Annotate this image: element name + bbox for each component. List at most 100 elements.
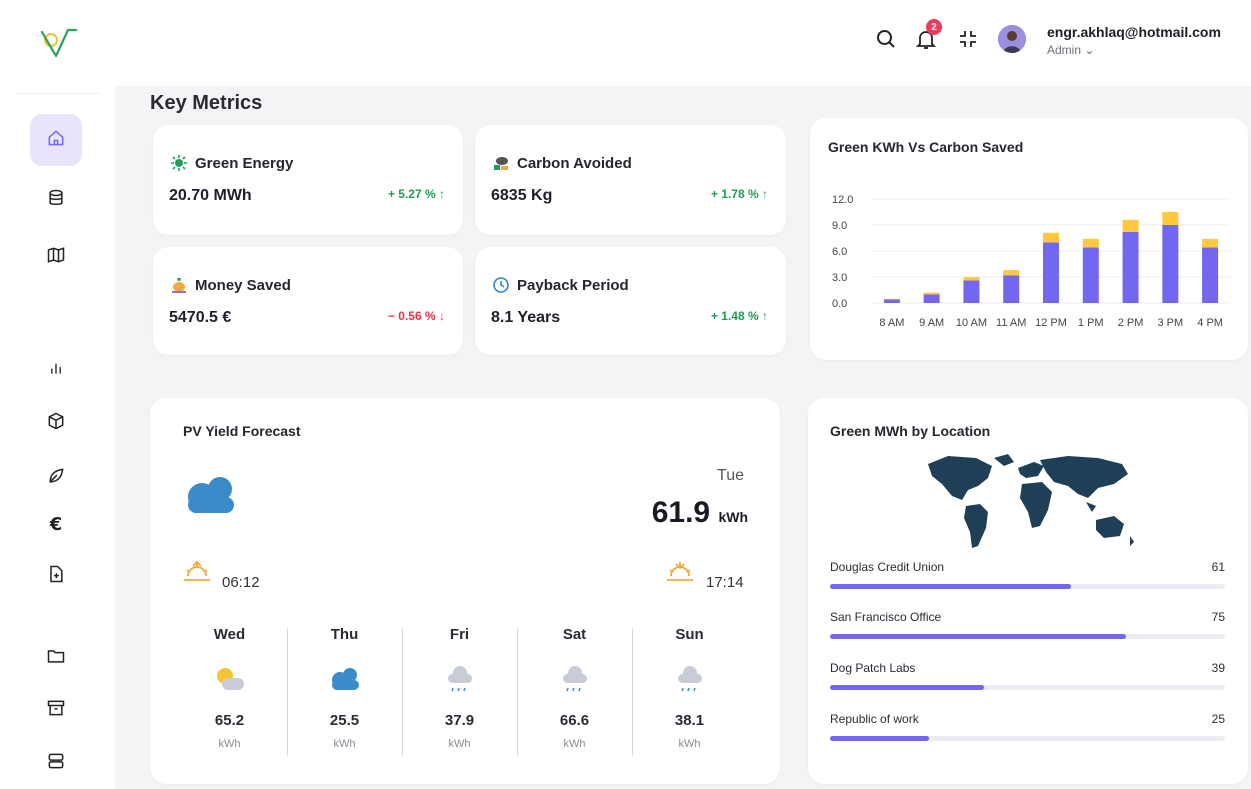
day-unit: kWh [563,738,586,750]
forecast-day-wed: Wed 65.2 kWh [172,626,287,756]
database-icon [46,188,66,213]
sidebar-item-sustainability[interactable] [30,452,82,504]
sidebar-item-database[interactable] [30,174,82,226]
y-tick-label: 6.0 [832,246,847,258]
x-tick-label: 2 PM [1118,317,1144,329]
location-value: 25 [1211,712,1225,726]
day-value: 66.6 [559,712,590,729]
location-bar-fill [830,685,985,690]
chevron-down-icon: ⌄ [1084,43,1095,57]
forecast-day-thu: Thu 25.5 kWh [287,626,402,756]
x-tick-label: 11 AM [996,317,1026,329]
sidebar-item-home[interactable] [30,114,82,166]
metric-title: Green Energy [169,153,293,173]
avatar[interactable] [998,25,1026,53]
metric-value: 6835 Kg [491,187,553,204]
bar-segment [923,294,940,303]
sidebar-divider [16,93,100,94]
file-plus-icon [46,564,66,589]
metric-card-green-energy: Green Energy 20.70 MWh + 5.27 % ↑ [153,125,463,235]
x-tick-label: 12 PM [1035,317,1067,329]
arrow-up-icon: ↑ [762,309,768,323]
bar-segment [883,298,900,300]
home-icon [46,128,66,153]
metric-label: Payback Period [517,276,629,294]
metric-title: Payback Period [491,275,629,295]
sidebar-item-finance[interactable]: € [30,498,82,550]
location-bar-track [830,584,1225,589]
y-tick-label: 9.0 [832,220,847,232]
location-value: 75 [1211,610,1225,624]
sidebar-item-add-document[interactable] [30,550,82,602]
location-row: Dog Patch Labs 39 [830,661,1225,690]
y-tick-label: 0.0 [832,298,847,310]
change-value: + 5.27 % [387,187,436,201]
arrow-up-icon: ↑ [439,187,445,201]
metric-change: + 1.48 % ↑ [711,309,768,323]
x-tick-label: 8 AM [879,317,904,329]
change-value: − 0.56 % [387,309,436,323]
bar-segment [923,292,940,295]
search-icon[interactable] [874,27,898,51]
bar-segment [1003,270,1020,276]
logo[interactable] [34,24,82,64]
metric-title: Money Saved [169,275,291,295]
change-value: + 1.48 % [710,309,759,323]
user-email[interactable]: engr.akhlaq@hotmail.com [1047,24,1221,40]
bar-chart: 0.0 3.0 6.0 9.0 12.0 8 AM 9 AM 10 AM 11 AM 12 PM 1… [832,194,1230,329]
sidebar-item-analytics[interactable] [30,343,82,395]
day-unit: kWh [448,738,471,750]
cloud-smoke-icon [491,153,511,173]
day-value: 37.9 [444,712,475,729]
sidebar-item-folders[interactable] [30,632,82,684]
bar-segment [1082,247,1099,303]
cloud-icon [180,473,242,519]
server-icon [46,751,66,776]
bar-segment [1003,275,1020,303]
x-tick-label: 10 AM [956,317,987,329]
day-name: Sat [562,626,587,643]
location-row: San Francisco Office 75 [830,610,1225,639]
change-value: + 1.78 % [710,187,759,201]
bar-segment [963,277,980,281]
day-unit: kWh [218,738,241,750]
x-tick-label: 9 AM [919,317,944,329]
bar-segment [1162,212,1179,225]
bar-segment [1122,219,1139,232]
leaf-icon [46,466,66,491]
location-bar-fill [830,736,929,741]
location-row: Douglas Credit Union 61 [830,560,1225,589]
forecast-total-unit: kWh [718,509,748,525]
sidebar-item-products[interactable] [30,397,82,449]
rain-icon [442,664,478,694]
partly-sunny-icon [212,664,248,694]
chart-card: Green KWh Vs Carbon Saved 0.0 3.0 6.0 9.0 12… [810,118,1248,360]
location-row: Republic of work 25 [830,712,1225,741]
location-name: Douglas Credit Union [830,560,945,574]
location-bar-track [830,736,1225,741]
metric-card-money-saved: Money Saved 5470.5 € − 0.56 % ↓ [153,247,463,355]
sunrise-icon [182,560,212,584]
day-unit: kWh [678,738,701,750]
location-bar-fill [830,584,1071,589]
sidebar-item-map[interactable] [30,231,82,283]
bar-segment [1043,232,1059,243]
forecast-total: 61.9 kWh [652,496,748,530]
location-bar-fill [830,634,1127,639]
day-name: Thu [330,626,359,643]
bar-segment [1162,225,1179,303]
forecast-title: PV Yield Forecast [183,423,301,439]
metric-value: 8.1 Years [491,309,561,326]
location-bar-track [830,634,1225,639]
bar-segment [883,299,900,303]
day-name: Wed [213,626,246,643]
forecast-day-fri: Fri 37.9 kWh [402,626,517,756]
sidebar-item-archive[interactable] [30,684,82,736]
sidebar-item-servers[interactable] [30,737,82,789]
location-bar-track [830,685,1225,690]
location-name: San Francisco Office [830,610,942,624]
minimize-icon[interactable] [956,27,980,51]
metric-change: + 5.27 % ↑ [388,187,445,201]
user-role-dropdown[interactable]: Admin ⌄ [1047,43,1094,57]
metric-label: Green Energy [195,154,294,172]
